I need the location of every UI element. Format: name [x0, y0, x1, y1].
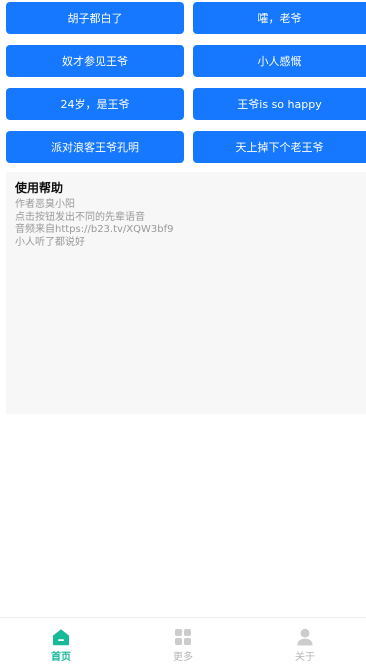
tab-home[interactable]: 首页 — [0, 618, 122, 669]
tab-label: 首页 — [51, 652, 71, 663]
help-line: 小人听了都说好 — [15, 236, 85, 248]
sound-button[interactable]: 小人感慨 — [193, 45, 366, 77]
tab-label: 关于 — [295, 652, 315, 663]
help-line: 音频来自https://b23.tv/XQW3bf9 — [15, 224, 174, 235]
tab-more[interactable]: 更多 — [122, 618, 244, 669]
button-row: 胡子都白了 嚯，老爷 — [6, 2, 366, 34]
button-row: 派对浪客王爷孔明 天上掉下个老王爷 — [6, 131, 366, 163]
home-icon — [53, 629, 69, 646]
bottom-tab-bar: 首页 更多 关于 — [0, 617, 366, 669]
help-line: 点击按钮发出不同的先辈语音 — [15, 211, 145, 223]
help-title: 使用帮助 — [15, 181, 64, 195]
sound-button-grid: 胡子都白了 嚯，老爷 奴才参见王爷 小人感慨 24岁，是王爷 王爷is so h… — [6, 2, 366, 174]
tab-label: 更多 — [173, 652, 193, 663]
sound-button[interactable]: 王爷is so happy — [193, 88, 366, 120]
sound-button[interactable]: 奴才参见王爷 — [6, 45, 184, 77]
sound-button[interactable]: 嚯，老爷 — [193, 2, 366, 34]
sound-button[interactable]: 天上掉下个老王爷 — [193, 131, 366, 163]
sound-button[interactable]: 胡子都白了 — [6, 2, 184, 34]
button-row: 奴才参见王爷 小人感慨 — [6, 45, 366, 77]
sound-button[interactable]: 24岁，是王爷 — [6, 88, 184, 120]
grid-icon — [175, 629, 191, 645]
button-row: 24岁，是王爷 王爷is so happy — [6, 88, 366, 120]
tab-about[interactable]: 关于 — [244, 618, 366, 669]
help-line: 作者恶臭小阳 — [15, 199, 75, 210]
help-panel: 使用帮助 作者恶臭小阳 点击按钮发出不同的先辈语音 音频来自https://b2… — [6, 172, 366, 414]
sound-button[interactable]: 派对浪客王爷孔明 — [6, 131, 184, 163]
user-icon — [297, 628, 313, 646]
